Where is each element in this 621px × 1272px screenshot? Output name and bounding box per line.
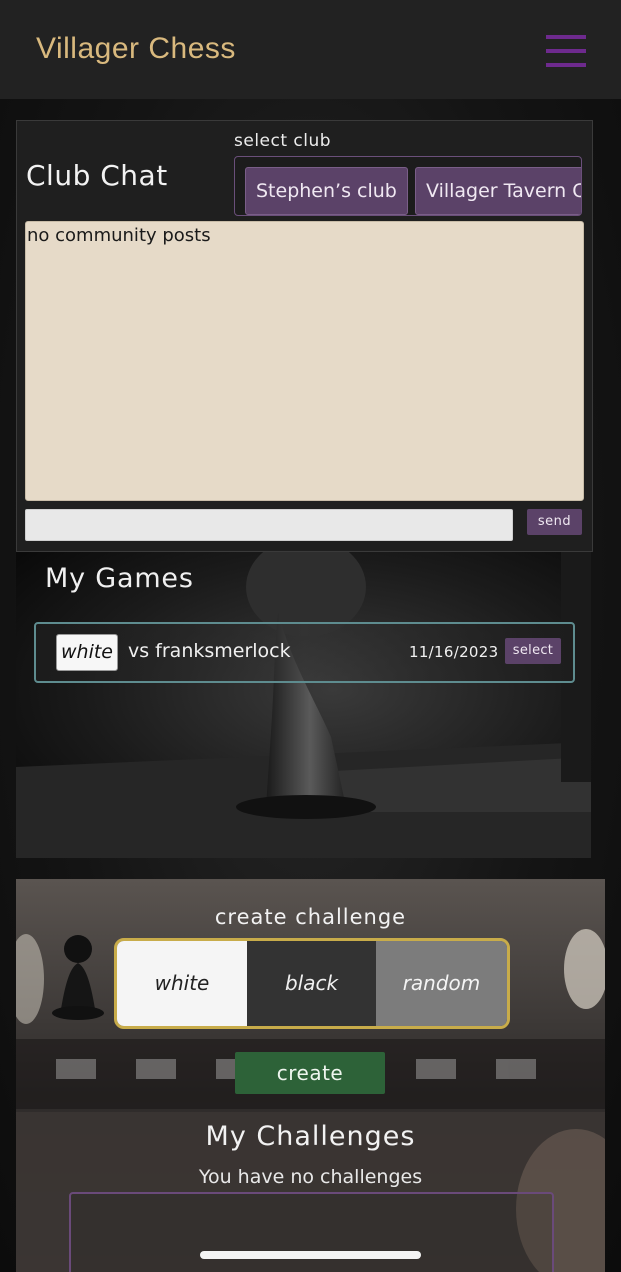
club-tab-stephens-club[interactable]: Stephen’s club: [245, 167, 408, 215]
club-chat-title: Club Chat: [26, 159, 168, 192]
my-games-panel: My Games white vs franksmerlock 11/16/20…: [16, 552, 591, 858]
color-choice-group: white black random: [114, 938, 510, 1029]
my-challenges-title: My Challenges: [205, 1121, 416, 1152]
club-chat-panel: Club Chat select club Stephen’s club Vil…: [16, 120, 593, 552]
chess-piece-background-image: [16, 552, 591, 858]
game-color-badge: white: [56, 634, 118, 671]
choice-white[interactable]: white: [117, 941, 247, 1026]
game-row[interactable]: white vs franksmerlock 11/16/2023 select: [34, 622, 575, 683]
select-club-label: select club: [234, 131, 332, 151]
chat-message-input[interactable]: [25, 509, 513, 541]
challenge-panel: create challenge white black random crea…: [16, 879, 605, 1272]
game-date: 11/16/2023: [409, 643, 499, 661]
no-challenges-text: You have no challenges: [198, 1166, 423, 1188]
send-button[interactable]: send: [527, 509, 582, 535]
create-challenge-title: create challenge: [214, 905, 407, 929]
app-header: Villager Chess: [0, 0, 621, 99]
choice-black[interactable]: black: [247, 941, 376, 1026]
hamburger-menu-icon[interactable]: [546, 35, 586, 67]
chat-posts-area: no community posts: [25, 221, 584, 501]
app-title: Villager Chess: [36, 32, 236, 65]
club-tab-villager-tavern[interactable]: Villager Tavern Cl: [415, 167, 581, 215]
chat-posts-empty-text: no community posts: [27, 225, 211, 246]
game-opponent: vs franksmerlock: [128, 640, 291, 662]
create-button[interactable]: create: [235, 1052, 385, 1094]
home-indicator[interactable]: [200, 1251, 421, 1259]
club-selector[interactable]: Stephen’s club Villager Tavern Cl: [234, 156, 582, 216]
choice-random[interactable]: random: [376, 941, 507, 1026]
game-select-button[interactable]: select: [505, 638, 561, 664]
my-games-title: My Games: [45, 563, 194, 594]
challenges-list: [69, 1192, 554, 1272]
